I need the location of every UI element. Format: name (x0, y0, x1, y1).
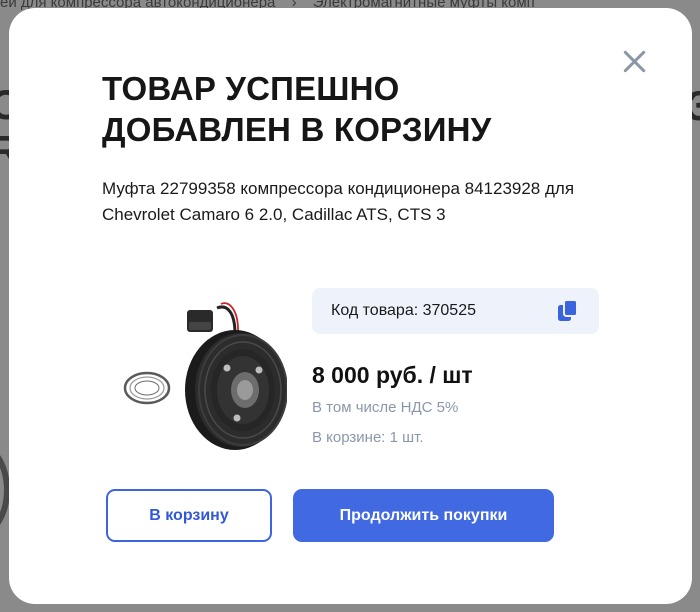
copy-icon[interactable] (555, 298, 581, 324)
close-icon[interactable] (621, 48, 647, 74)
product-name: Муфта 22799358 компрессора кондиционера … (102, 179, 575, 224)
product-image (123, 302, 287, 450)
vat-note: В том числе НДС 5% (312, 399, 459, 416)
cart-quantity: В корзине: 1 шт. (312, 429, 424, 446)
product-code-box: Код товара: 370525 (312, 288, 599, 334)
added-to-cart-modal: ТОВАР УСПЕШНО ДОБАВЛЕН В КОРЗИНУ Муфта 2… (9, 8, 692, 604)
go-to-cart-button[interactable]: В корзину (106, 489, 272, 542)
product-code: Код товара: 370525 (331, 302, 476, 319)
product-price: 8 000 руб. / шт (312, 362, 473, 388)
continue-shopping-button[interactable]: Продолжить покупки (293, 489, 554, 542)
modal-title: ТОВАР УСПЕШНО ДОБАВЛЕН В КОРЗИНУ (102, 70, 492, 148)
